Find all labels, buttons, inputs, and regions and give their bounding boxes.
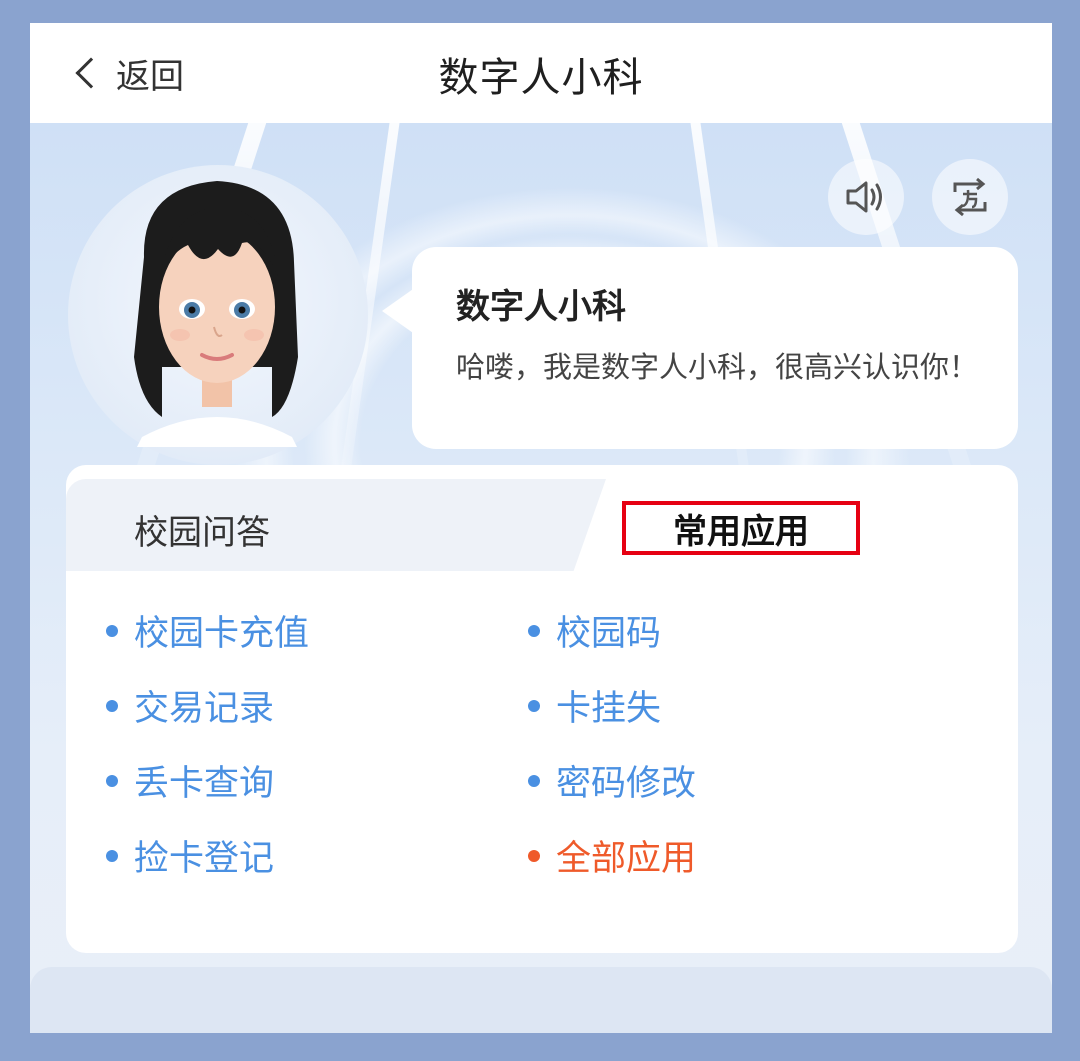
tab-common-apps[interactable]: 常用应用: [622, 501, 860, 555]
greeting-bubble: 数字人小科 哈喽，我是数字人小科，很高兴认识你！: [382, 247, 1018, 449]
bullet-dot: [528, 774, 540, 787]
app-label: 交易记录: [134, 689, 275, 729]
app-label: 校园卡充值: [134, 614, 310, 654]
bullet-dot: [528, 849, 540, 862]
bullet-dot: [528, 624, 540, 637]
app-label: 卡挂失: [556, 689, 662, 729]
top-bar: 返回 数字人小科: [30, 23, 1052, 123]
dialect-switch-button[interactable]: [932, 159, 1008, 235]
bottom-input-area: [30, 967, 1052, 1033]
bullet-dot: [106, 624, 118, 637]
app-change-password[interactable]: 密码修改: [528, 755, 696, 806]
sound-button[interactable]: [828, 159, 904, 235]
app-label: 全部应用: [556, 839, 697, 879]
bullet-dot: [106, 774, 118, 787]
tab-campus-qa[interactable]: 校园问答: [134, 505, 270, 554]
hero-area: 数字人小科 哈喽，我是数字人小科，很高兴认识你！ 校园问答 常用应用 校园卡充值…: [30, 123, 1052, 1033]
app-label: 丢卡查询: [134, 764, 275, 804]
app-lost-card-query[interactable]: 丢卡查询: [106, 755, 274, 806]
app-campus-code[interactable]: 校园码: [528, 605, 661, 656]
speaker-icon: [846, 181, 882, 213]
bullet-dot: [106, 849, 118, 862]
app-campus-card-topup[interactable]: 校园卡充值: [106, 605, 309, 656]
page-title: 数字人小科: [438, 55, 644, 101]
app-report-lost-card[interactable]: 卡挂失: [528, 680, 661, 731]
app-transactions[interactable]: 交易记录: [106, 680, 274, 731]
digital-human-avatar: [134, 181, 298, 447]
app-frame: 返回 数字人小科 数字人小科 哈喽，我是数字人小科，很高兴认识你！ 校园问答 常…: [30, 23, 1052, 1033]
app-label: 捡卡登记: [134, 839, 275, 879]
bullet-dot: [528, 699, 540, 712]
bullet-dot: [106, 699, 118, 712]
app-label: 校园码: [556, 614, 662, 654]
app-label: 密码修改: [556, 764, 697, 804]
app-found-card-register[interactable]: 捡卡登记: [106, 830, 274, 881]
function-card: 校园问答 常用应用 校园卡充值 校园码 交易记录 卡挂失 丢卡查询 密码修改 捡…: [66, 465, 1018, 953]
bubble-name: 数字人小科: [456, 287, 626, 327]
bubble-greeting: 哈喽，我是数字人小科，很高兴认识你！: [456, 350, 979, 384]
switch-icon: [953, 177, 987, 217]
app-all-apps[interactable]: 全部应用: [528, 830, 696, 881]
